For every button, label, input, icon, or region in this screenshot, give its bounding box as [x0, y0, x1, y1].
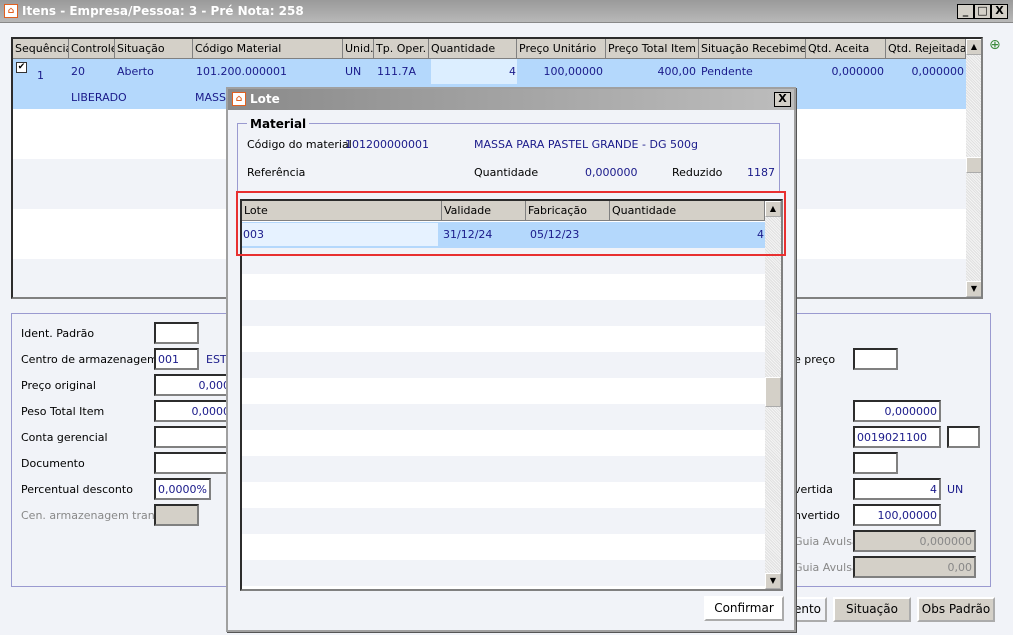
minimize-button[interactable]: _ — [957, 4, 974, 19]
situacao-button[interactable]: Situação — [833, 597, 911, 622]
scroll-thumb[interactable] — [765, 377, 781, 407]
qtd-convertida-input[interactable]: 4 — [853, 478, 941, 500]
label-documento: Documento — [21, 457, 85, 470]
col-preco-total[interactable]: Preço Total Item — [606, 39, 699, 59]
col-situacao[interactable]: Situação — [115, 39, 193, 59]
highlight-box — [236, 191, 786, 256]
documento-input[interactable] — [154, 452, 234, 474]
window-title: Itens - Empresa/Pessoa: 3 - Pré Nota: 25… — [22, 4, 304, 18]
qtd-convertida-unit: UN — [947, 483, 964, 496]
cell-tp-oper: 111.7A — [377, 65, 417, 78]
cell-controle: 20 — [71, 65, 85, 78]
percentual-desconto-input[interactable]: 0,0000% — [154, 478, 211, 500]
label-codigo-material: Código do material — [247, 138, 352, 151]
blank-input[interactable] — [853, 452, 898, 474]
scroll-down-icon[interactable]: ▼ — [765, 573, 781, 589]
reduzido-value: 1187 — [747, 166, 775, 179]
cell-liberado: LIBERADO — [71, 91, 127, 104]
cell-qtd-rejeitada: 0,000000 — [911, 65, 965, 78]
label-preco-convertido: nvertido — [794, 509, 840, 522]
col-sequencia[interactable]: Sequência — [13, 39, 69, 59]
lote-row-empty — [242, 404, 765, 430]
preco-input[interactable] — [853, 348, 898, 370]
label-quantidade: Quantidade — [474, 166, 539, 179]
label-guia-avulsa-1: Guia Avulsa — [794, 535, 859, 548]
col-unid[interactable]: Unid. — [343, 39, 374, 59]
label-percentual-desconto: Percentual desconto — [21, 483, 133, 496]
cell-qtd-aceita: 0,000000 — [831, 65, 885, 78]
lote-grid[interactable]: Lote Validade Fabricação Quantidade 003 … — [240, 199, 783, 591]
label-preco-original: Preço original — [21, 379, 96, 392]
col-qtd-rejeitada[interactable]: Qtd. Rejeitada — [886, 39, 966, 59]
col-codigo[interactable]: Código Material — [193, 39, 343, 59]
ncm-input[interactable]: 0019021100 — [853, 426, 941, 448]
quantity-input[interactable]: 0,000000 — [853, 400, 941, 422]
col-tp-oper[interactable]: Tp. Oper. — [374, 39, 429, 59]
zoom-add-icon[interactable]: ⊕ — [989, 37, 1001, 53]
cell-codigo: 101.200.000001 — [196, 65, 287, 78]
confirmar-button[interactable]: Confirmar — [704, 596, 784, 621]
label-reduzido: Reduzido — [672, 166, 723, 179]
lote-row-empty — [242, 456, 765, 482]
scroll-up-icon[interactable]: ▲ — [966, 39, 981, 55]
label-cen-armazenagem-transf: Cen. armazenagem transf — [21, 509, 165, 522]
lote-scrollbar[interactable]: ▲ ▼ — [765, 201, 781, 589]
quantidade-value: 0,000000 — [585, 166, 638, 179]
obs-padrao-button[interactable]: Obs Padrão — [917, 597, 995, 622]
cell-situacao: Aberto — [117, 65, 154, 78]
cell-situacao-receb: Pendente — [701, 65, 753, 78]
cen-armazenagem-transf-input — [154, 504, 199, 526]
label-ident-padrao: Ident. Padrão — [21, 327, 95, 340]
cell-unid: UN — [345, 65, 362, 78]
codigo-material-value: 101200000001 — [345, 138, 429, 151]
preco-original-input[interactable]: 0,000 — [154, 374, 234, 396]
material-descricao: MASSA PARA PASTEL GRANDE - DG 500g — [474, 138, 698, 151]
lote-dialog: ⌂ Lote X Material Código do material 101… — [226, 87, 796, 632]
label-qtd-convertida: vertida — [794, 483, 833, 496]
scroll-thumb[interactable] — [966, 157, 981, 173]
dialog-icon: ⌂ — [232, 92, 246, 106]
row-checkbox[interactable]: ✔ — [16, 62, 27, 73]
material-group-title: Material — [247, 117, 310, 131]
lote-row-empty — [242, 352, 765, 378]
conta-gerencial-input[interactable] — [154, 426, 234, 448]
cell-preco-unitario: 100,00000 — [543, 65, 604, 78]
guia-avulsa-1-input: 0,000000 — [853, 530, 976, 552]
dialog-close-button[interactable]: X — [774, 92, 791, 107]
col-situacao-receb[interactable]: Situação Recebimen. — [699, 39, 806, 59]
preco-convertido-input[interactable]: 100,00000 — [853, 504, 941, 526]
lote-row-empty — [242, 508, 765, 534]
centro-armazenagem-input[interactable]: 001 — [154, 348, 199, 370]
lote-row-empty — [242, 560, 765, 586]
guia-avulsa-2-input: 0,00 — [853, 556, 976, 578]
dialog-title-bar: ⌂ Lote X — [228, 89, 794, 110]
scroll-down-icon[interactable]: ▼ — [966, 281, 981, 297]
maximize-button[interactable]: □ — [974, 4, 991, 19]
lote-row-empty — [242, 300, 765, 326]
ncm-extra-input[interactable] — [947, 426, 980, 448]
col-controle[interactable]: Controle — [69, 39, 115, 59]
label-conta-gerencial: Conta gerencial — [21, 431, 108, 444]
close-button[interactable]: X — [991, 4, 1008, 19]
col-qtd-aceita[interactable]: Qtd. Aceita — [806, 39, 886, 59]
app-icon: ⌂ — [4, 4, 18, 18]
centro-armazenagem-desc: EST — [206, 353, 227, 366]
col-preco-unitario[interactable]: Preço Unitário — [517, 39, 606, 59]
peso-total-input[interactable]: 0,0000 — [154, 400, 234, 422]
dialog-title: Lote — [250, 92, 280, 106]
label-centro-armazenagem: Centro de armazenagem — [21, 353, 158, 366]
title-bar: ⌂ Itens - Empresa/Pessoa: 3 - Pré Nota: … — [0, 0, 1013, 23]
items-scrollbar[interactable]: ▲ ▼ — [966, 39, 981, 297]
label-peso-total: Peso Total Item — [21, 405, 105, 418]
label-preco: e preço — [794, 353, 836, 366]
label-guia-avulsa-2: Guia Avulsa — [794, 561, 859, 574]
cell-sequencia: 1 — [37, 69, 44, 82]
material-group — [237, 123, 780, 193]
label-referencia: Referência — [247, 166, 306, 179]
cell-quantidade[interactable]: 4 — [431, 59, 517, 84]
cell-preco-total: 400,00 — [657, 65, 697, 78]
ident-padrao-input[interactable] — [154, 322, 199, 344]
col-quantidade[interactable]: Quantidade — [429, 39, 517, 59]
